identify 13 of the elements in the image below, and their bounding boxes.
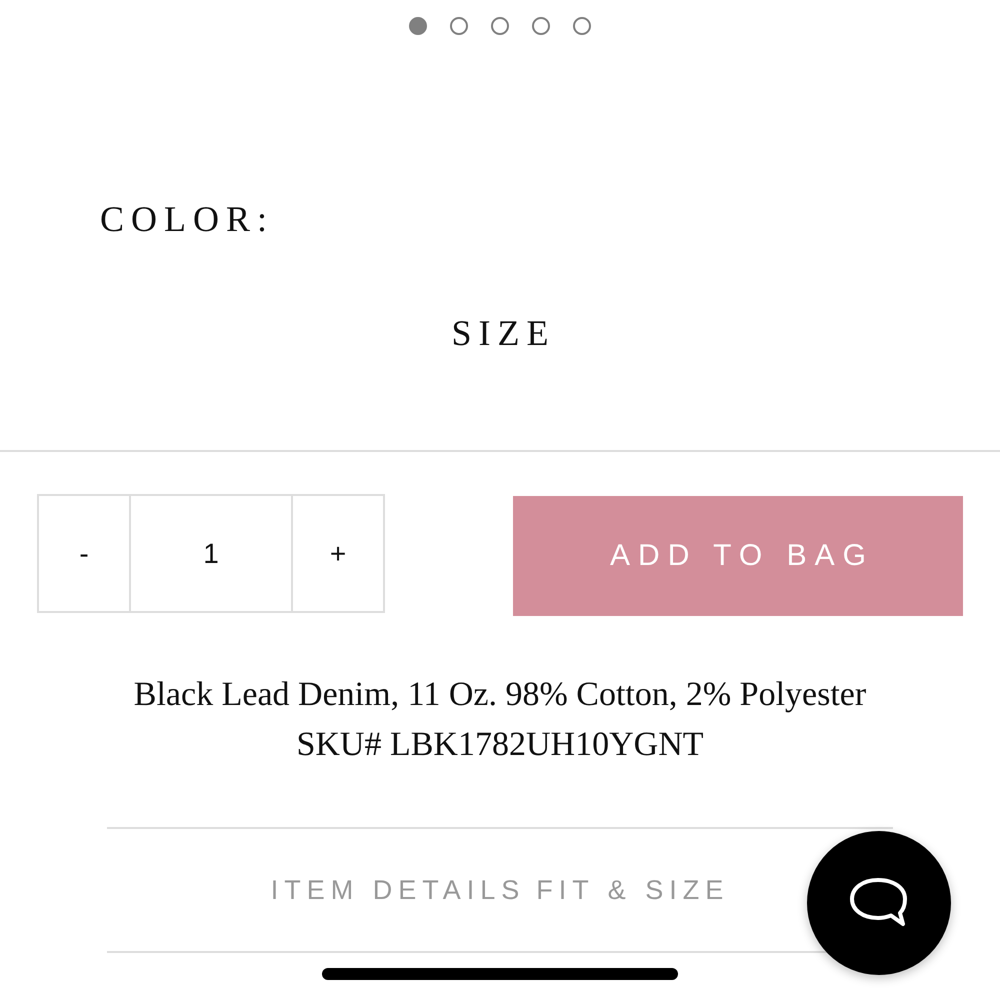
sku-text: SKU# LBK1782UH10YGNT <box>296 726 704 763</box>
size-label: SIZE <box>450 315 556 351</box>
carousel-dot[interactable] <box>573 17 591 35</box>
increment-button[interactable]: + <box>291 494 385 613</box>
carousel-dot[interactable] <box>450 17 468 35</box>
quantity-field[interactable]: 1 <box>131 494 291 613</box>
chat-bubble-icon <box>849 877 909 929</box>
decrement-button[interactable]: - <box>37 494 131 613</box>
carousel-dot[interactable] <box>532 17 550 35</box>
carousel-dot[interactable] <box>491 17 509 35</box>
carousel-dot[interactable] <box>409 17 427 35</box>
color-label: COLOR: <box>100 201 274 237</box>
product-material-text: Black Lead Denim, 11 Oz. 98% Cotton, 2% Polyester <box>134 676 866 713</box>
